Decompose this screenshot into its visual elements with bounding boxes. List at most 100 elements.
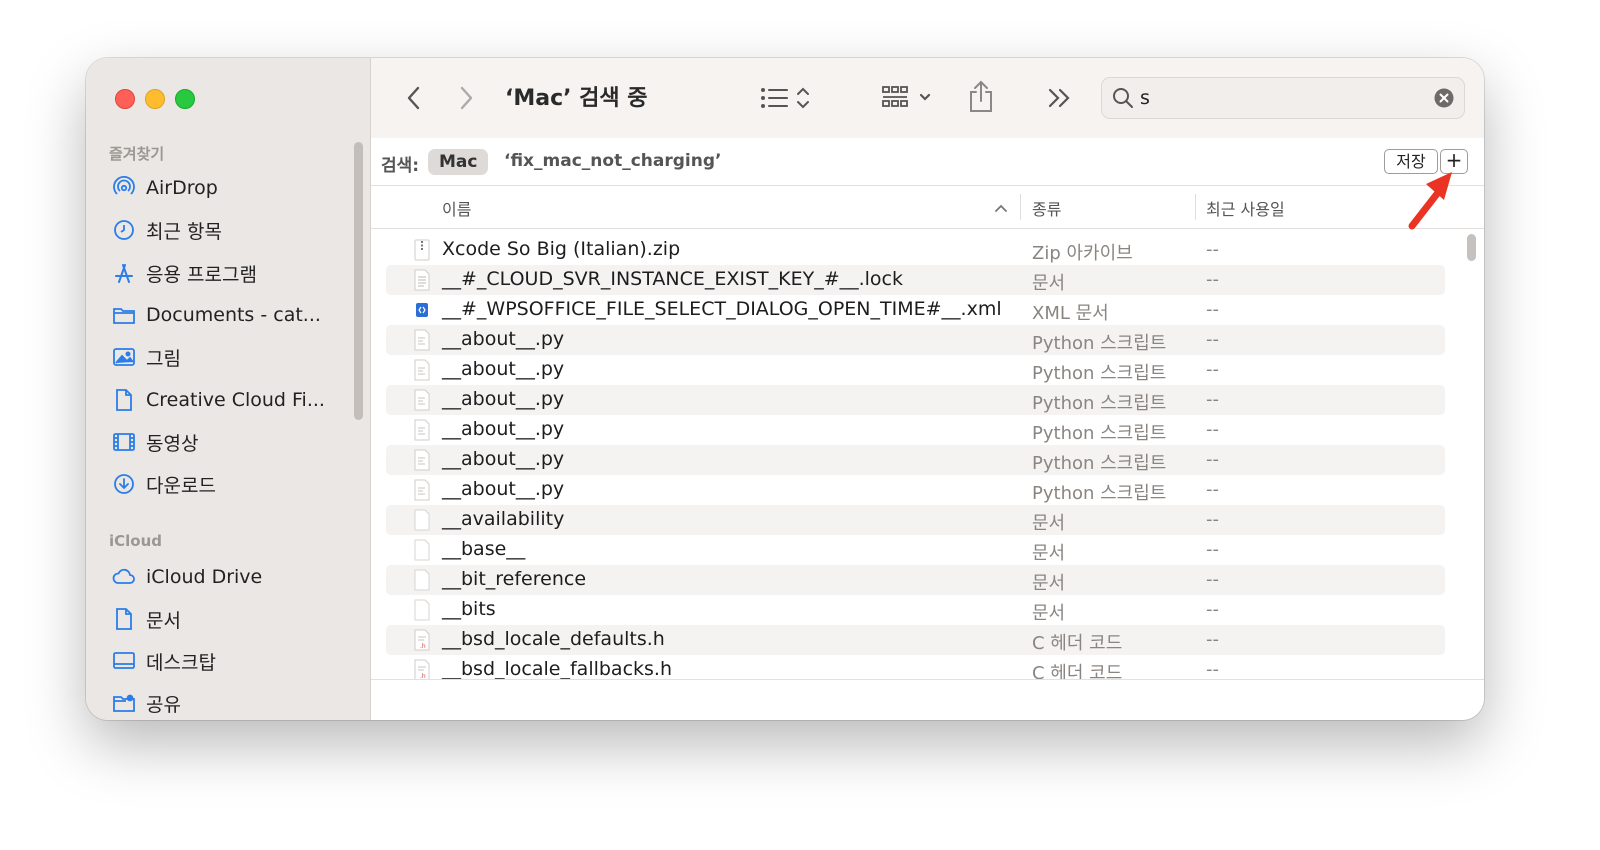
sidebar-item-applications[interactable]: 응용 프로그램 (112, 258, 257, 288)
search-field[interactable] (1101, 77, 1465, 119)
sidebar-section-icloud: iCloud (109, 532, 163, 550)
sidebar-item-label: 데스크탑 (146, 651, 216, 674)
table-row[interactable]: __about__.py Python 스크립트 -- (386, 475, 1445, 505)
table-row[interactable]: __about__.py Python 스크립트 -- (386, 385, 1445, 415)
sidebar-item-creative-cloud[interactable]: Creative Cloud Fi... (112, 385, 325, 415)
file-kind: Python 스크립트 (1032, 453, 1167, 474)
file-name: __about__.py (442, 448, 565, 470)
file-kind: 문서 (1032, 273, 1066, 294)
sidebar-item-downloads[interactable]: 다운로드 (112, 469, 216, 499)
sidebar-item-label: Creative Cloud Fi... (146, 389, 325, 411)
table-row[interactable]: __base__ 문서 -- (386, 535, 1445, 565)
search-scope-bar: 검색: Mac ‘fix_mac_not_charging’ 저장 + (371, 138, 1484, 186)
xml-file-icon (416, 303, 428, 317)
desktop-icon (113, 652, 135, 669)
file-kind: Python 스크립트 (1032, 423, 1167, 444)
sidebar-section-favorites: 즐겨찾기 (109, 145, 165, 163)
list-view-button[interactable] (759, 80, 819, 116)
sidebar-scrollbar[interactable] (354, 142, 363, 420)
column-date[interactable]: 최근 사용일 (1206, 196, 1285, 220)
sidebar-item-label: 문서 (146, 609, 181, 632)
close-window-button[interactable] (115, 89, 135, 109)
file-name: __bsd_locale_fallbacks.h (442, 658, 673, 679)
sidebar-item-documents[interactable]: Documents - cat... (112, 300, 321, 330)
python-file-icon (414, 449, 430, 471)
zoom-window-button[interactable] (175, 89, 195, 109)
file-icon (116, 389, 132, 411)
more-toolbar-button[interactable] (1045, 82, 1075, 114)
table-row[interactable]: __bit_reference 문서 -- (386, 565, 1445, 595)
sort-ascending-icon (995, 204, 1007, 212)
applications-icon (115, 264, 133, 283)
file-kind: 문서 (1032, 513, 1066, 534)
file-date: -- (1206, 539, 1219, 560)
sidebar-item-label: 그림 (146, 347, 181, 370)
status-bar (371, 679, 1484, 720)
sidebar-item-shared[interactable]: 공유 (112, 688, 181, 718)
file-kind: Zip 아카이브 (1032, 243, 1133, 264)
list-view-icon (761, 87, 809, 109)
sidebar-item-movies[interactable]: 동영상 (112, 427, 198, 457)
file-date: -- (1206, 419, 1219, 440)
sidebar-item-label: 동영상 (146, 432, 199, 455)
annotation-arrow-icon (1408, 172, 1452, 230)
clear-search-icon[interactable] (1434, 88, 1454, 108)
group-by-button[interactable] (881, 80, 941, 116)
table-row[interactable]: Xcode So Big (Italian).zip Zip 아카이브 -- (386, 235, 1445, 265)
file-list: Xcode So Big (Italian).zip Zip 아카이브 -- _… (371, 229, 1484, 679)
file-name: __availability (442, 508, 565, 530)
table-row[interactable]: __availability 문서 -- (386, 505, 1445, 535)
sidebar-item-recents[interactable]: 최근 항목 (112, 215, 222, 245)
file-date: -- (1206, 389, 1219, 410)
sidebar-item-icloud-documents[interactable]: 문서 (112, 604, 181, 634)
table-row[interactable]: __#_WPSOFFICE_FILE_SELECT_DIALOG_OPEN_TI… (386, 295, 1445, 325)
file-name: __about__.py (442, 328, 565, 350)
window-title: ‘Mac’ 검색 중 (505, 86, 648, 111)
chevron-left-icon (407, 86, 420, 110)
table-row[interactable]: __#_CLOUD_SVR_INSTANCE_EXIST_KEY_#__.loc… (386, 265, 1445, 295)
file-name: __bit_reference (442, 568, 587, 590)
python-file-icon (414, 389, 430, 411)
table-row[interactable]: __about__.py Python 스크립트 -- (386, 445, 1445, 475)
forward-button[interactable] (451, 82, 481, 114)
search-input[interactable] (1140, 84, 1420, 112)
file-name: __#_WPSOFFICE_FILE_SELECT_DIALOG_OPEN_TI… (442, 298, 1002, 320)
column-kind[interactable]: 종류 (1032, 196, 1061, 220)
blank-file-icon (414, 539, 430, 561)
blank-file-icon (414, 599, 430, 621)
sidebar-item-airdrop[interactable]: AirDrop (112, 173, 218, 203)
column-name[interactable]: 이름 (442, 196, 471, 220)
table-row[interactable]: .h __bsd_locale_defaults.h C 헤더 코드 -- (386, 625, 1445, 655)
table-row[interactable]: __bits 문서 -- (386, 595, 1445, 625)
sidebar-item-label: 최근 항목 (146, 220, 222, 243)
sidebar-item-icloud-drive[interactable]: iCloud Drive (112, 562, 262, 592)
column-separator[interactable] (1195, 194, 1196, 220)
scope-query[interactable]: ‘fix_mac_not_charging’ (504, 151, 721, 171)
double-chevron-right-icon (1048, 88, 1070, 108)
table-row[interactable]: __about__.py Python 스크립트 -- (386, 415, 1445, 445)
file-kind: XML 문서 (1032, 303, 1109, 324)
sidebar-item-label: Documents - cat... (146, 304, 321, 326)
sidebar-item-pictures[interactable]: 그림 (112, 342, 181, 372)
column-separator[interactable] (1020, 194, 1021, 220)
python-file-icon (414, 479, 430, 501)
table-row[interactable]: .h __bsd_locale_fallbacks.h C 헤더 코드 -- (386, 655, 1445, 679)
back-button[interactable] (399, 82, 429, 114)
file-name: __bsd_locale_defaults.h (442, 628, 665, 650)
file-kind: 문서 (1032, 543, 1066, 564)
table-row[interactable]: __about__.py Python 스크립트 -- (386, 325, 1445, 355)
file-date: -- (1206, 299, 1219, 320)
scope-mac-button[interactable]: Mac (428, 149, 489, 175)
share-button[interactable] (965, 78, 997, 116)
film-icon (113, 433, 135, 451)
file-list-scrollbar[interactable] (1467, 234, 1476, 261)
file-kind: Python 스크립트 (1032, 333, 1167, 354)
share-icon (970, 80, 992, 112)
download-icon (114, 474, 134, 494)
file-kind: 문서 (1032, 573, 1066, 594)
python-file-icon (414, 419, 430, 441)
python-file-icon (414, 359, 430, 381)
table-row[interactable]: __about__.py Python 스크립트 -- (386, 355, 1445, 385)
sidebar-item-desktop[interactable]: 데스크탑 (112, 646, 216, 676)
minimize-window-button[interactable] (145, 89, 165, 109)
